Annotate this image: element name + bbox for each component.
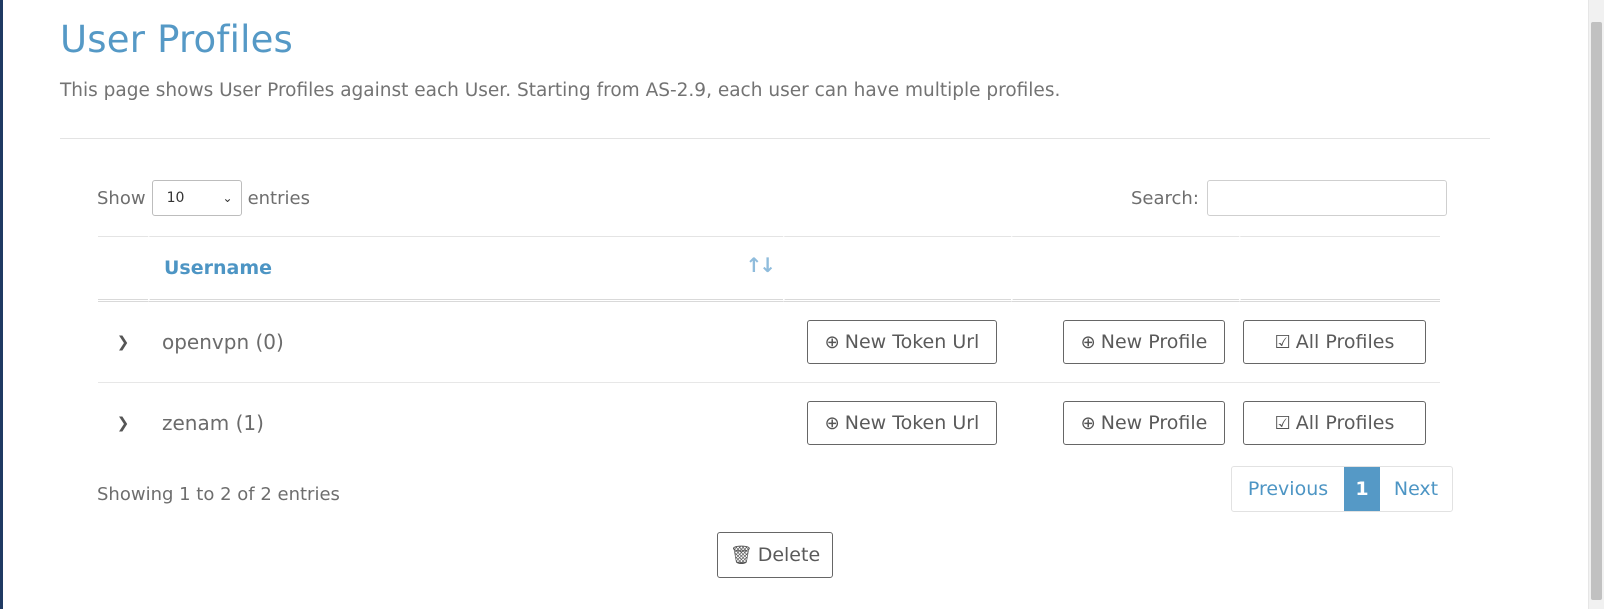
row-expand-toggle[interactable]: ❯ [98, 383, 148, 463]
table-info: Showing 1 to 2 of 2 entries [97, 484, 340, 505]
row-expand-toggle[interactable]: ❯ [98, 302, 148, 383]
new-token-url-button[interactable]: ⊕ New Token Url [807, 401, 997, 445]
username-header-label: Username [164, 257, 273, 279]
all-profiles-label: All Profiles [1295, 331, 1395, 353]
control-header [98, 236, 148, 302]
all-profiles-cell: ☑ All Profiles [1239, 302, 1440, 383]
new-token-url-label: New Token Url [844, 412, 980, 434]
search-input[interactable] [1206, 180, 1447, 216]
plus-circle-icon: ⊕ [824, 331, 840, 353]
all-profiles-label: All Profiles [1295, 412, 1395, 434]
plus-circle-icon: ⊕ [1080, 331, 1096, 353]
sort-icon: ↑↓ [745, 253, 775, 277]
new-profile-button[interactable]: ⊕ New Profile [1063, 320, 1225, 364]
user-profiles-table: Username ↑↓ ❯ openvpn (0) ⊕ New Token Url… [98, 236, 1440, 463]
chevron-down-icon: ❯ [116, 333, 130, 351]
profile-cell: ⊕ New Profile [1011, 302, 1239, 383]
delete-label: Delete [757, 544, 821, 566]
trash-icon: 🗑 [729, 544, 753, 566]
chevron-down-icon: ⌄ [222, 191, 233, 205]
check-square-icon: ☑ [1274, 331, 1291, 353]
username-header[interactable]: Username ↑↓ [148, 236, 783, 302]
all-profiles-header [1239, 236, 1440, 302]
scrollbar-thumb[interactable] [1591, 22, 1602, 600]
show-label: Show [97, 187, 146, 209]
all-profiles-button[interactable]: ☑ All Profiles [1243, 320, 1426, 364]
profile-header [1011, 236, 1239, 302]
previous-page-button[interactable]: Previous [1232, 467, 1344, 511]
plus-circle-icon: ⊕ [824, 412, 840, 434]
token-cell: ⊕ New Token Url [783, 302, 1011, 383]
all-profiles-cell: ☑ All Profiles [1239, 383, 1440, 463]
username-cell: zenam (1) [162, 411, 264, 435]
page-title: User Profiles [60, 18, 294, 61]
chevron-down-icon: ❯ [116, 414, 130, 432]
new-profile-label: New Profile [1100, 412, 1208, 434]
token-header [783, 236, 1011, 302]
left-border [0, 0, 3, 609]
length-control: Show 10 ⌄ entries [97, 180, 310, 216]
token-cell: ⊕ New Token Url [783, 383, 1011, 463]
search-control: Search: [1131, 180, 1447, 216]
scrollbar[interactable] [1588, 0, 1604, 609]
all-profiles-button[interactable]: ☑ All Profiles [1243, 401, 1426, 445]
profile-cell: ⊕ New Profile [1011, 383, 1239, 463]
page-subtitle: This page shows User Profiles against ea… [60, 80, 1061, 101]
table-row: ❯ zenam (1) ⊕ New Token Url ⊕ New Profile … [98, 383, 1440, 463]
check-square-icon: ☑ [1274, 412, 1291, 434]
table-header-row: Username ↑↓ [98, 236, 1440, 302]
new-token-url-button[interactable]: ⊕ New Token Url [807, 320, 997, 364]
entries-length-select[interactable]: 10 ⌄ [151, 180, 242, 216]
table-row: ❯ openvpn (0) ⊕ New Token Url ⊕ New Profil… [98, 302, 1440, 383]
divider [60, 138, 1490, 139]
length-value: 10 [166, 190, 185, 206]
delete-button[interactable]: 🗑 Delete [717, 532, 833, 578]
next-page-button[interactable]: Next [1380, 467, 1452, 511]
new-profile-button[interactable]: ⊕ New Profile [1063, 401, 1225, 445]
new-token-url-label: New Token Url [844, 331, 980, 353]
pagination: Previous 1 Next [1231, 466, 1453, 512]
username-cell: openvpn (0) [148, 302, 783, 383]
search-label: Search: [1131, 187, 1199, 209]
page-1-button[interactable]: 1 [1344, 467, 1380, 511]
plus-circle-icon: ⊕ [1080, 412, 1096, 434]
entries-label: entries [247, 187, 310, 209]
new-profile-label: New Profile [1100, 331, 1208, 353]
